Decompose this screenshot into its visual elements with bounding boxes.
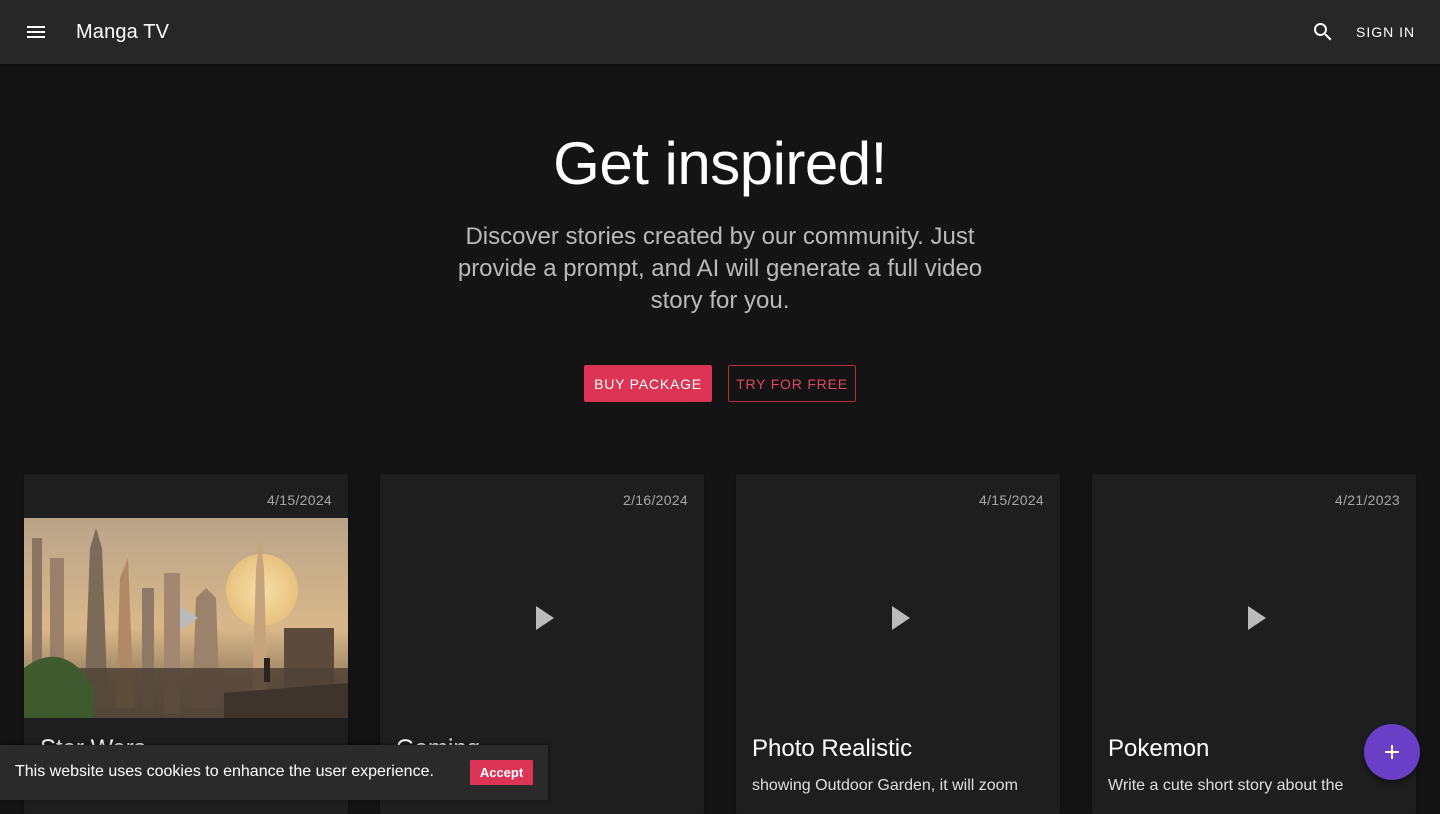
card-thumbnail[interactable] [1092,518,1416,718]
card-date: 4/15/2024 [979,492,1044,508]
card-description: showing Outdoor Garden, it will zoom [752,777,1018,794]
cookie-message: This website uses cookies to enhance the… [15,763,434,780]
buy-package-button[interactable]: BUY PACKAGE [584,365,712,402]
hero-title: Get inspired! [553,130,887,197]
sign-in-button[interactable]: SIGN IN [1346,18,1425,46]
card-thumbnail[interactable] [380,518,704,718]
card-thumbnail[interactable] [736,518,1060,718]
card-date: 2/16/2024 [623,492,688,508]
search-icon[interactable] [1311,20,1335,44]
card-date: 4/15/2024 [267,492,332,508]
card-date: 4/21/2023 [1335,492,1400,508]
play-icon[interactable] [532,603,556,633]
play-icon[interactable] [888,603,912,633]
accept-cookies-button[interactable]: Accept [470,760,533,785]
plus-icon [1385,745,1399,759]
app-title[interactable]: Manga TV [76,20,169,44]
card-title: Photo Realistic [752,735,913,762]
hero-subtitle: Discover stories created by our communit… [457,223,983,314]
card-thumbnail[interactable] [24,518,348,718]
card-description: Write a cute short story about the [1108,777,1344,794]
card-title: Pokemon [1108,735,1210,762]
play-icon[interactable] [1244,603,1268,633]
cookie-banner: This website uses cookies to enhance the… [0,745,548,800]
menu-icon[interactable] [24,20,48,44]
add-story-button[interactable] [1364,724,1420,780]
try-for-free-button[interactable]: TRY FOR FREE [728,365,856,402]
play-icon[interactable] [176,603,200,633]
app-bar: Manga TV SIGN IN [0,0,1440,64]
story-card[interactable]: 4/15/2024 Photo Realistic showing Outdoo… [736,474,1060,814]
